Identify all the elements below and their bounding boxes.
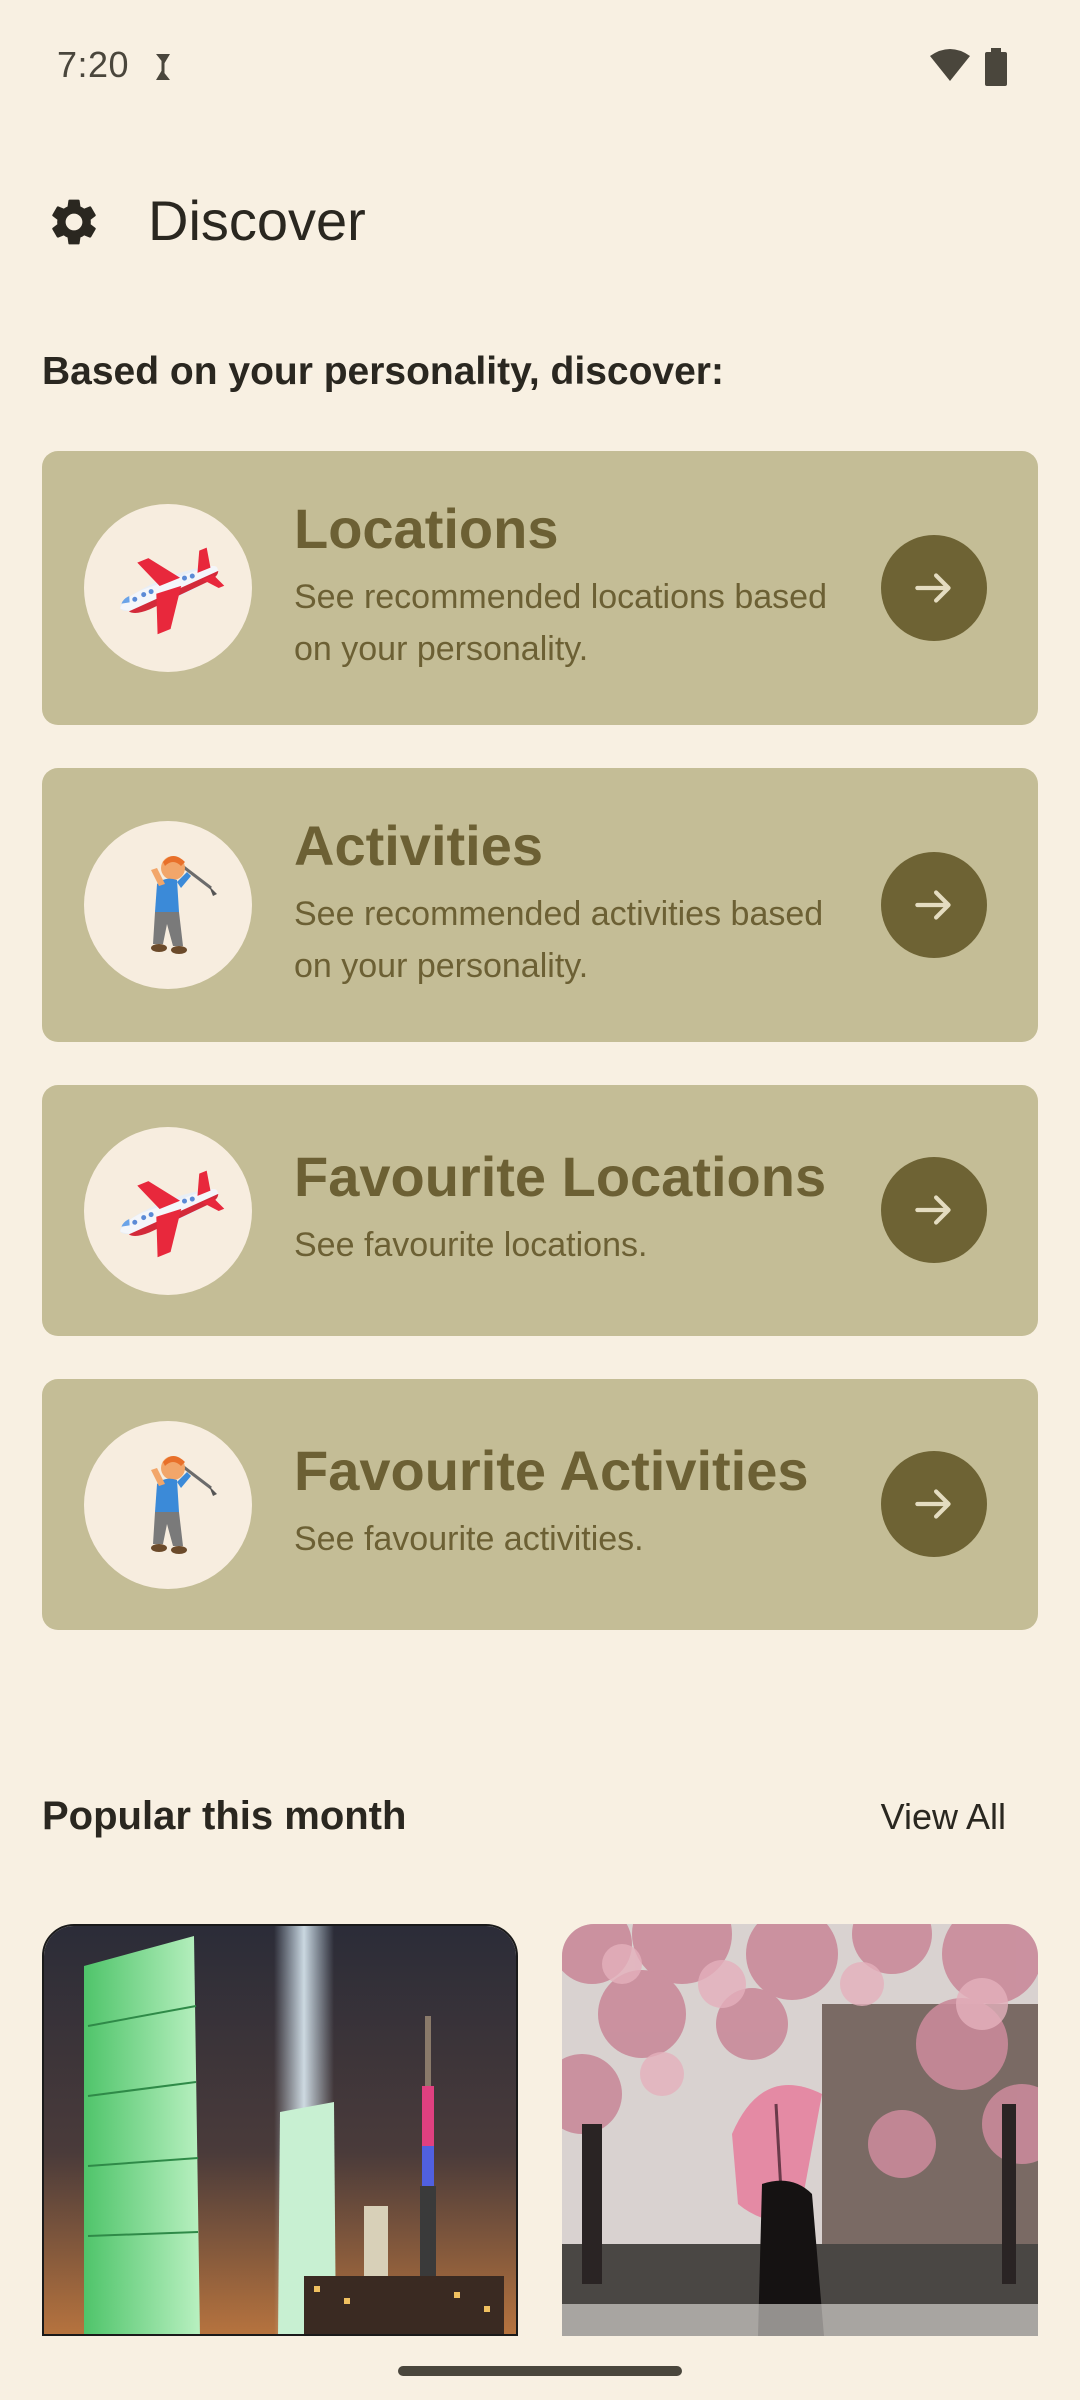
card-avatar — [84, 1127, 252, 1295]
card-title: Favourite Locations — [294, 1145, 827, 1208]
arrow-right-icon — [915, 1195, 951, 1225]
airplane-icon — [119, 547, 225, 635]
arrow-right-icon — [915, 1489, 951, 1519]
golfer-icon — [151, 1456, 217, 1554]
card-title: Locations — [294, 497, 559, 560]
arrow-right-icon — [915, 890, 951, 920]
card-avatar — [84, 821, 252, 989]
card-avatar — [84, 1421, 252, 1589]
popular-title: Popular this month — [42, 1794, 407, 1838]
arrow-button[interactable] — [881, 852, 987, 958]
card-favourite-activities[interactable]: Favourite Activities See favourite activ… — [42, 1379, 1038, 1630]
card-description: See favourite locations. — [294, 1226, 648, 1264]
card-title: Activities — [294, 814, 543, 877]
card-favourite-locations[interactable]: Favourite Locations See favourite locati… — [42, 1085, 1038, 1336]
popular-image-cherry-blossoms — [562, 1924, 1038, 2336]
view-all-link[interactable]: View All — [881, 1796, 1006, 1838]
page-title: Discover — [148, 189, 366, 252]
battery-icon — [985, 48, 1007, 86]
arrow-right-icon — [915, 573, 951, 603]
card-text: Activities See recommended activities ba… — [294, 812, 854, 992]
card-text: Favourite Activities See favourite activ… — [294, 1437, 854, 1565]
card-description: See recommended locations based on your … — [294, 578, 827, 668]
wifi-icon — [930, 49, 970, 81]
status-bar: 7:20 — [0, 0, 1080, 136]
arrow-button[interactable] — [881, 535, 987, 641]
popular-header: Popular this month View All — [42, 1792, 1038, 1848]
popular-card[interactable] — [42, 1924, 518, 2336]
card-text: Locations See recommended locations base… — [294, 495, 854, 675]
gear-icon[interactable] — [46, 194, 102, 250]
golfer-icon — [151, 856, 217, 954]
status-time: 7:20 — [57, 44, 130, 85]
arrow-button[interactable] — [881, 1157, 987, 1263]
section-heading: Based on your personality, discover: — [42, 350, 724, 393]
card-description: See recommended activities based on your… — [294, 895, 824, 985]
card-activities[interactable]: Activities See recommended activities ba… — [42, 768, 1038, 1042]
card-description: See favourite activities. — [294, 1520, 644, 1558]
sync-icon — [156, 54, 170, 80]
popular-card[interactable] — [562, 1924, 1038, 2336]
popular-image-city-night — [44, 1926, 516, 2334]
airplane-icon — [119, 1170, 225, 1258]
arrow-button[interactable] — [881, 1451, 987, 1557]
card-text: Favourite Locations See favourite locati… — [294, 1143, 854, 1271]
top-app-bar: Discover — [0, 170, 1080, 270]
card-avatar — [84, 504, 252, 672]
home-indicator[interactable] — [398, 2366, 682, 2376]
card-locations[interactable]: Locations See recommended locations base… — [42, 451, 1038, 725]
card-title: Favourite Activities — [294, 1439, 809, 1502]
